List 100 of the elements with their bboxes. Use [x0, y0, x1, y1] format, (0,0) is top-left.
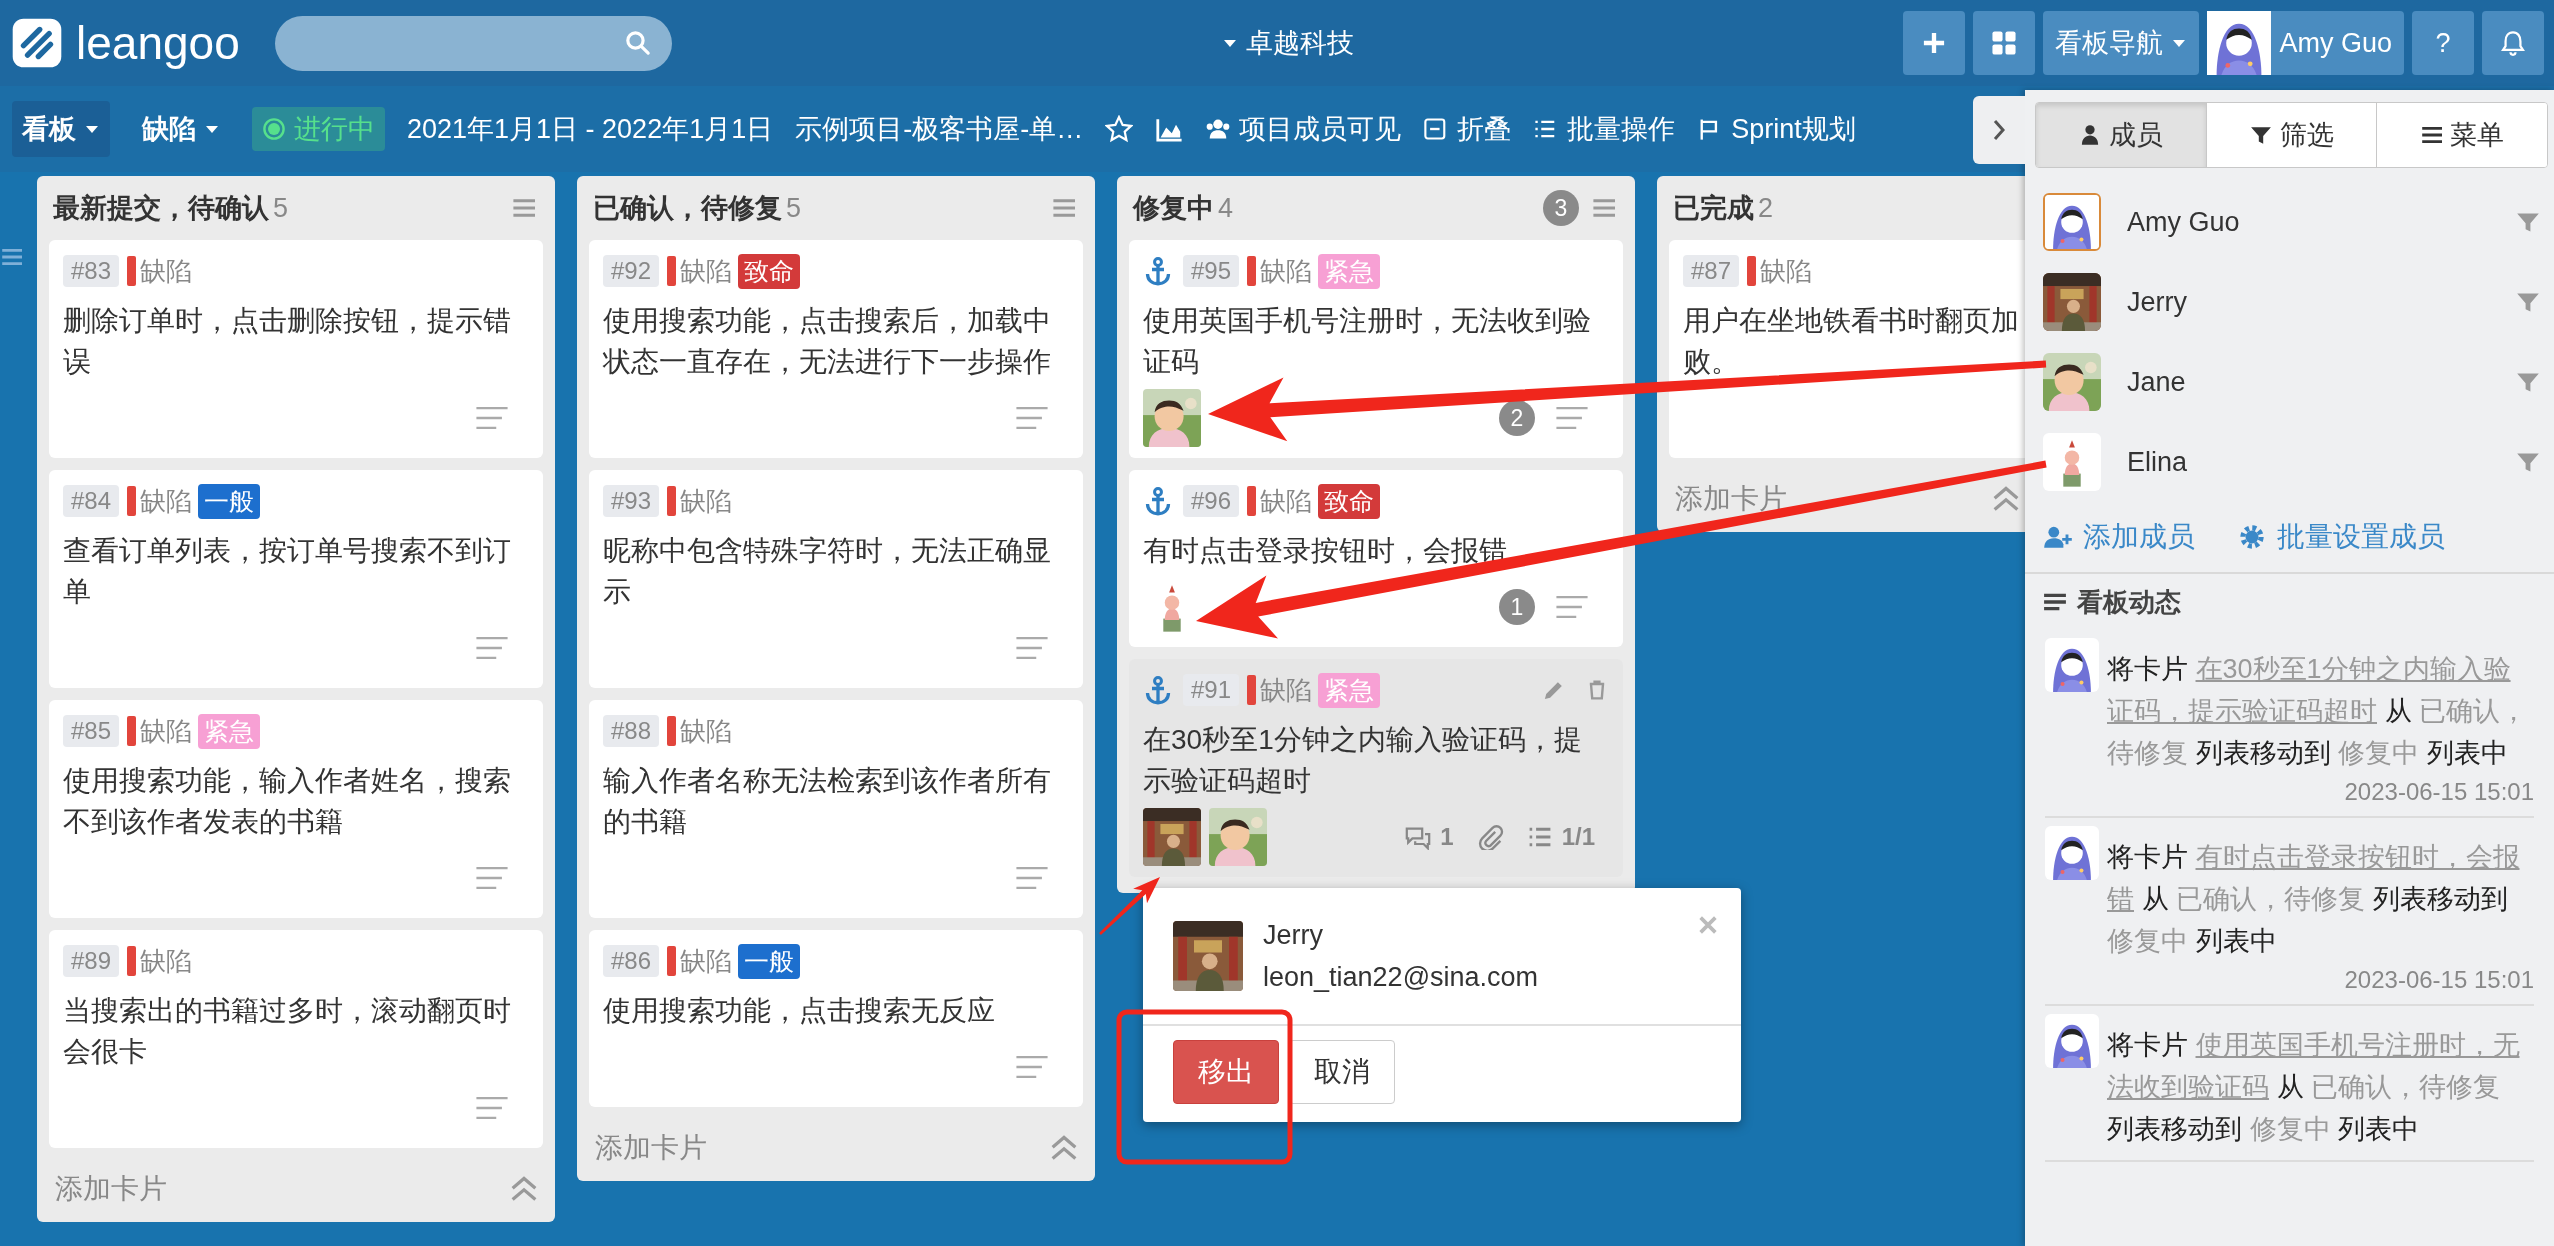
severity-tag: 紧急	[198, 713, 261, 749]
severity-tag: 紧急	[1318, 253, 1381, 289]
star-icon[interactable]	[1105, 115, 1134, 143]
bell-icon	[2500, 30, 2526, 56]
card[interactable]: #95 缺陷 紧急 使用英国手机号注册时，无法收到验证码 2	[1129, 240, 1623, 458]
card-type: 缺陷	[680, 714, 733, 748]
type-marker	[127, 716, 137, 746]
type-marker	[127, 946, 137, 976]
card-type: 缺陷	[140, 714, 193, 748]
member-name: Jane	[2127, 366, 2187, 398]
card-title: 查看订单列表，按订单号搜索不到订单	[63, 534, 512, 609]
project-name[interactable]: 示例项目-极客书屋-单…	[795, 111, 1084, 147]
type-marker	[1247, 256, 1257, 286]
filter-icon[interactable]	[2516, 211, 2540, 233]
user-plus-icon	[2043, 524, 2073, 550]
close-icon[interactable]	[1697, 914, 1719, 936]
board-name-menu[interactable]: 缺陷	[132, 101, 230, 157]
card-type: 缺陷	[1260, 673, 1313, 707]
board-menu[interactable]: 看板	[12, 101, 110, 157]
card[interactable]: #92 缺陷 致命 使用搜索功能，点击搜索后，加载中状态一直存在，无法进行下一步操作	[589, 240, 1083, 458]
card[interactable]: #83 缺陷 删除订单时，点击删除按钮，提示错误	[49, 240, 543, 458]
search-field[interactable]	[275, 15, 672, 71]
grid-icon	[1991, 30, 2018, 56]
visibility-button[interactable]: 项目成员可见	[1205, 111, 1402, 147]
user-button[interactable]: Amy Guo	[2207, 11, 2404, 75]
card-title: 昵称中包含特殊字符时，无法正确显示	[603, 534, 1052, 609]
card-type: 缺陷	[140, 254, 193, 288]
card-id: #87	[1683, 255, 1740, 287]
activity-time: 2023-06-15 15:01	[2343, 778, 2534, 806]
collapse-up-icon[interactable]	[511, 1176, 537, 1202]
type-marker	[1747, 256, 1757, 286]
activity-text: 将卡片 使用英国手机号注册时，无法收到验证码 从 已确认，待修复 列表移动到 修复中 列表中	[2107, 1029, 2521, 1146]
type-marker	[1247, 486, 1257, 516]
severity-tag: 致命	[1318, 483, 1381, 519]
card-title: 在30秒至1分钟之内输入验证码，提示验证码超时	[1143, 723, 1583, 798]
batch-button[interactable]: 批量操作	[1533, 111, 1676, 147]
card[interactable]: #88 缺陷 输入作者名称无法检索到该作者所有的书籍	[589, 700, 1083, 918]
card-type: 缺陷	[680, 254, 733, 288]
card-title: 使用搜索功能，点击搜索后，加载中状态一直存在，无法进行下一步操作	[603, 304, 1052, 379]
status-badge: 进行中	[252, 107, 385, 151]
card[interactable]: #93 缺陷 昵称中包含特殊字符时，无法正确显示	[589, 470, 1083, 688]
card-title: 使用英国手机号注册时，无法收到验证码	[1143, 304, 1592, 379]
menu-icon[interactable]	[0, 246, 22, 268]
card-type: 缺陷	[1260, 254, 1313, 288]
card-type: 缺陷	[140, 484, 193, 518]
column-title: 最新提交，待确认	[53, 192, 269, 225]
card[interactable]: #91 缺陷 紧急 在30秒至1分钟之内输入验证码，提示验证码超时 1 1/1	[1129, 659, 1623, 877]
lines-icon	[2043, 592, 2067, 612]
sprint-button[interactable]: Sprint规划	[1697, 111, 1856, 147]
collapse-up-icon[interactable]	[1993, 486, 2019, 512]
card[interactable]: #86 缺陷 一般 使用搜索功能，点击搜索无反应	[589, 930, 1083, 1107]
type-marker	[127, 256, 137, 286]
card-id: #88	[603, 715, 660, 747]
column-title: 已完成	[1673, 192, 1754, 225]
member-name: Elina	[2127, 446, 2189, 478]
card-title: 删除订单时，点击删除按钮，提示错误	[63, 304, 512, 379]
card[interactable]: #87 缺陷 用户在坐地铁看书时翻页加 败。	[1669, 240, 2025, 458]
logo-icon	[10, 16, 64, 70]
card[interactable]: #89 缺陷 当搜索出的书籍过多时，滚动翻页时会很卡	[49, 930, 543, 1148]
card-count: 4	[1218, 192, 1234, 224]
card-id: #85	[63, 715, 120, 747]
type-marker	[1247, 675, 1257, 705]
activity-text: 将卡片 在30秒至1分钟之内输入验证码，提示验证码超时 从 已确认，待修复 列表移动到 修复中 列表中	[2107, 653, 2529, 770]
card-id: #86	[603, 945, 660, 977]
card-count: 2	[1758, 192, 1774, 224]
help-button[interactable]: ?	[2412, 11, 2474, 75]
count-badge: 1	[1499, 589, 1535, 625]
apps-button[interactable]	[1973, 11, 2036, 75]
card-id: #91	[1183, 674, 1240, 706]
card-id: #96	[1183, 485, 1240, 517]
member-name: Jerry	[2127, 286, 2188, 318]
member-name: Jerry	[1263, 919, 1324, 952]
activity-text: 将卡片 有时点击登录按钮时，会报错 从 已确认，待修复 列表移动到 修复中 列表中	[2107, 841, 2521, 958]
card-type: 缺陷	[140, 944, 193, 978]
severity-tag: 紧急	[1318, 672, 1381, 708]
collapse-up-icon[interactable]	[1051, 1135, 1077, 1161]
annotation-arrow	[1099, 877, 1160, 935]
type-marker	[127, 486, 137, 516]
notification-button[interactable]	[2482, 11, 2544, 75]
remove-button[interactable]: 移出	[1173, 1040, 1279, 1104]
member-email: leon_tian22@sina.com	[1263, 961, 1540, 994]
severity-tag: 致命	[738, 253, 801, 289]
filter-icon[interactable]	[2516, 451, 2540, 473]
collapse-button[interactable]: 折叠	[1423, 111, 1512, 147]
type-marker	[667, 716, 677, 746]
type-marker	[667, 256, 677, 286]
add-button[interactable]	[1903, 11, 1966, 75]
card-title: 输入作者名称无法检索到该作者所有的书籍	[603, 764, 1052, 839]
workspace-menu[interactable]: 卓越科技	[1215, 24, 1360, 62]
card-type: 缺陷	[680, 484, 733, 518]
count-badge: 3	[1543, 190, 1579, 226]
panel-tab[interactable]: 成员	[2036, 103, 2207, 167]
card[interactable]: #84 缺陷 一般 查看订单列表，按订单号搜索不到订单	[49, 470, 543, 688]
board-nav-button[interactable]: 看板导航	[2043, 11, 2200, 75]
collapse-panel-button[interactable]	[1973, 96, 2025, 164]
filter-icon[interactable]	[2516, 371, 2540, 393]
card-title: 用户在坐地铁看书时翻页加	[1683, 305, 2019, 336]
date-range: 2021年1月1日 - 2022年1月1日	[407, 113, 774, 146]
card[interactable]: #85 缺陷 紧急 使用搜索功能，输入作者姓名，搜索不到该作者发表的书籍	[49, 700, 543, 918]
filter-icon[interactable]	[2516, 291, 2540, 313]
